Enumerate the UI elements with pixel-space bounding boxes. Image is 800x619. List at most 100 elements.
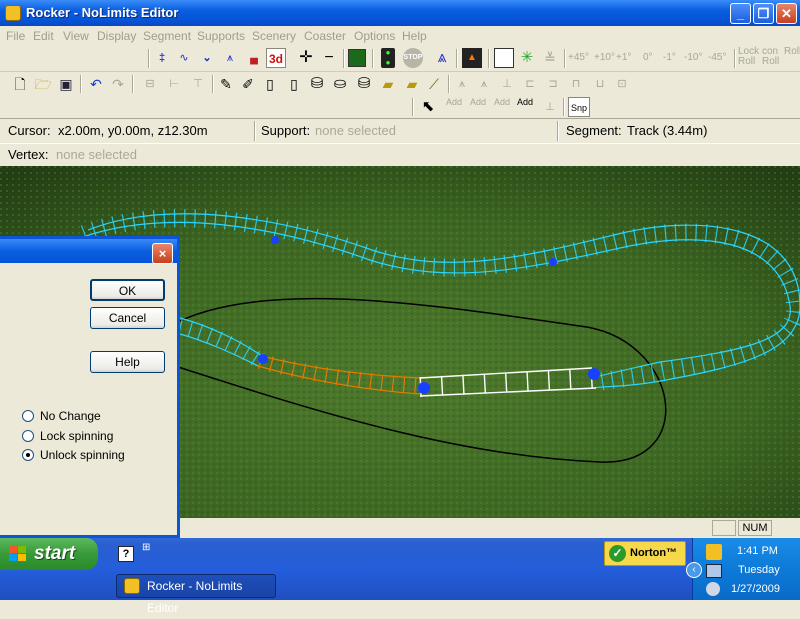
remove-minus-icon[interactable]: − — [319, 48, 339, 68]
radio-no-change[interactable]: No Change — [22, 409, 101, 423]
radio-lock-spinning-circle[interactable] — [22, 430, 34, 442]
support-type-2-icon[interactable]: ⩚ — [474, 74, 494, 94]
roll-plus45[interactable]: +45° — [568, 52, 589, 63]
status-pane-empty — [712, 520, 736, 536]
add-vertex-1-button[interactable]: Add — [446, 97, 462, 107]
new-file-icon[interactable]: 🗋 — [10, 74, 30, 94]
radio-no-change-label: No Change — [40, 409, 101, 423]
segment-tool-2-icon[interactable]: ⊢ — [164, 74, 184, 94]
fire-icon[interactable]: ▲ — [462, 48, 482, 68]
menu-segment[interactable]: Segment — [143, 29, 191, 43]
menu-coaster[interactable]: Coaster — [304, 29, 346, 43]
roll-plus10[interactable]: +10° — [594, 52, 615, 63]
tray-shield-icon[interactable] — [706, 544, 722, 560]
tray-volume-icon[interactable] — [706, 582, 720, 596]
add-vertex-3-button[interactable]: Add — [494, 97, 510, 107]
roll-zero[interactable]: 0° — [643, 52, 653, 63]
quicklaunch-expand-icon[interactable]: ⊞ — [142, 542, 150, 553]
cylinder-icon[interactable]: ⛁ — [307, 74, 327, 94]
pencil-icon[interactable]: ✎ — [216, 74, 236, 94]
menu-file[interactable]: File — [6, 29, 25, 43]
snap-button[interactable]: Snp — [568, 97, 590, 117]
cylinder-wide-icon[interactable]: ⛀ — [330, 74, 350, 94]
view-3d-button[interactable]: 3d — [266, 48, 286, 68]
tray-expand-icon[interactable]: ‹ — [686, 562, 702, 578]
tower-icon[interactable]: ⩓ — [432, 48, 452, 68]
segment-tool-3-icon[interactable]: ⊤ — [188, 74, 208, 94]
cylinder-small-icon[interactable]: ▯ — [284, 74, 304, 94]
supports-view-icon[interactable]: ⩚ — [220, 48, 240, 68]
close-button[interactable]: ✕ — [776, 3, 797, 24]
beam-icon[interactable]: ▰ — [378, 74, 398, 94]
clock-time[interactable]: 1:41 PM — [737, 545, 778, 557]
stop-icon[interactable]: STOP — [403, 48, 423, 68]
vertex-point[interactable] — [258, 354, 268, 364]
vertex-point[interactable] — [588, 368, 600, 380]
open-folder-icon[interactable]: 🗁 — [33, 74, 53, 94]
vertex-point[interactable] — [271, 236, 279, 244]
menu-scenery[interactable]: Scenery — [252, 29, 296, 43]
support-type-5-icon[interactable]: ⊐ — [543, 74, 563, 94]
minimize-button[interactable]: _ — [730, 3, 751, 24]
roll-minus45[interactable]: -45° — [708, 52, 726, 63]
align-icon[interactable]: ≚ — [540, 48, 560, 68]
dialog-close-button[interactable]: × — [152, 243, 173, 264]
undo-icon[interactable]: ↶ — [86, 74, 106, 94]
rail-icon[interactable]: ⟋ — [424, 74, 444, 94]
con-roll-button[interactable]: con Roll — [762, 47, 779, 67]
footer-icon[interactable]: ⛁ — [354, 74, 374, 94]
roll-extra-button[interactable]: Roll — [784, 47, 800, 57]
support-type-6-icon[interactable]: ⊓ — [566, 74, 586, 94]
segment-tool-1-icon[interactable]: ⊟ — [140, 74, 160, 94]
dialog-title-bar[interactable] — [0, 239, 177, 263]
double-pencil-icon[interactable]: ✐ — [238, 74, 258, 94]
menu-edit[interactable]: Edit — [33, 29, 54, 43]
support-type-4-icon[interactable]: ⊏ — [520, 74, 540, 94]
vertex-point[interactable] — [418, 382, 430, 394]
support-type-7-icon[interactable]: ⊔ — [590, 74, 610, 94]
vertex-point[interactable] — [549, 258, 557, 266]
menu-display[interactable]: Display — [97, 29, 136, 43]
support-type-1-icon[interactable]: ⩚ — [452, 74, 472, 94]
support-type-8-icon[interactable]: ⊡ — [612, 74, 632, 94]
track-wave-icon[interactable]: ∿ — [174, 48, 194, 68]
traffic-light-icon[interactable]: ● ● — [381, 48, 395, 68]
menu-options[interactable]: Options — [354, 29, 395, 43]
radio-unlock-spinning[interactable]: Unlock spinning — [22, 448, 125, 462]
track-view-icon[interactable]: ‡ — [152, 48, 172, 68]
roll-minus1[interactable]: -1° — [663, 52, 676, 63]
lock-roll-button[interactable]: Lock Roll — [738, 47, 759, 67]
radio-unlock-spinning-label: Unlock spinning — [40, 448, 125, 462]
cursor-arrow-icon[interactable]: ⬉ — [418, 97, 438, 117]
train-view-icon[interactable]: ▄ — [244, 48, 264, 68]
roll-minus10[interactable]: -10° — [684, 52, 702, 63]
cancel-button[interactable]: Cancel — [90, 307, 165, 329]
diagonal-beam-icon[interactable]: ▰ — [402, 74, 422, 94]
arrange-icon[interactable]: ⊥ — [540, 97, 560, 117]
add-vertex-4-button[interactable]: Add — [517, 97, 533, 107]
grid-icon[interactable] — [348, 49, 366, 67]
menu-view[interactable]: View — [63, 29, 89, 43]
menu-supports[interactable]: Supports — [197, 29, 245, 43]
help-question-icon[interactable]: ? — [118, 546, 134, 562]
star-icon[interactable]: ✳ — [517, 48, 537, 68]
column-icon[interactable]: ▯ — [260, 74, 280, 94]
add-plus-icon[interactable]: ✛ — [296, 48, 316, 68]
add-vertex-2-button[interactable]: Add — [470, 97, 486, 107]
radio-lock-spinning[interactable]: Lock spinning — [22, 429, 113, 443]
spinning-dialog: × OK Cancel Help No Change Lock spinning… — [0, 236, 180, 538]
taskbar-task-rocker[interactable]: Rocker - NoLimits Editor — [116, 574, 276, 615]
redo-icon[interactable]: ↷ — [108, 74, 128, 94]
radio-no-change-circle[interactable] — [22, 410, 34, 422]
support-type-3-icon[interactable]: ⊥ — [497, 74, 517, 94]
save-icon[interactable]: ▣ — [56, 74, 76, 94]
roll-plus1[interactable]: +1° — [616, 52, 631, 63]
radio-unlock-spinning-circle[interactable] — [22, 449, 34, 461]
restore-button[interactable]: ❐ — [753, 3, 774, 24]
ok-button[interactable]: OK — [90, 279, 165, 301]
menu-help[interactable]: Help — [402, 29, 427, 43]
help-button[interactable]: Help — [90, 351, 165, 373]
track-dip-icon[interactable]: ⌄ — [197, 48, 217, 68]
tray-network-icon[interactable] — [706, 564, 722, 578]
window-icon[interactable] — [494, 48, 514, 68]
